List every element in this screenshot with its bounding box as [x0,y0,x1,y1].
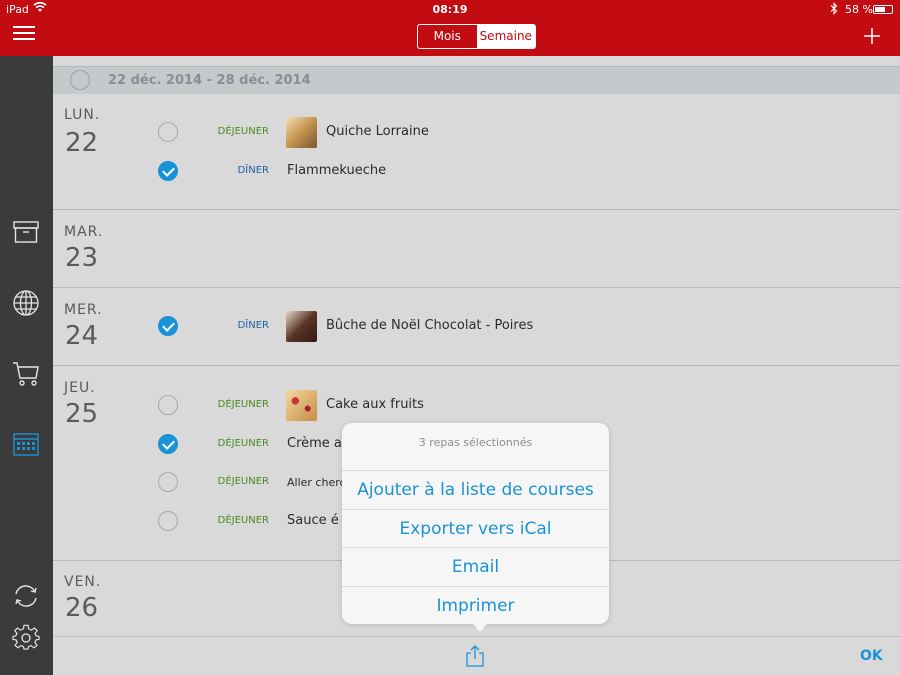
meal-type: DÎNER [237,320,269,331]
day-name: MAR. [64,224,104,240]
tab-week[interactable]: Semaine [476,25,535,48]
battery-icon [873,5,893,14]
email-button[interactable]: Email [342,547,609,586]
meal-row[interactable]: DÎNER Flammekueche [53,156,900,186]
meal-checkbox[interactable] [158,161,178,181]
meal-type: DÉJEUNER [217,438,269,449]
sidebar-item-cart[interactable] [12,359,40,387]
week-range: 22 déc. 2014 - 28 déc. 2014 [108,73,311,88]
meal-row[interactable]: DÉJEUNER Cake aux fruits [53,390,900,421]
add-button[interactable] [863,22,881,50]
globe-icon [13,290,39,316]
meal-type: DÎNER [237,165,269,176]
day-row: MER. 24 DÎNER Bûche de Noël Chocolat - P… [53,288,900,366]
menu-button[interactable] [13,26,35,44]
archive-icon [13,221,39,243]
select-week-checkbox[interactable] [70,70,90,90]
sync-button[interactable] [12,582,40,610]
settings-button[interactable] [12,624,40,652]
recipe-name[interactable]: Bûche de Noël Chocolat - Poires [326,318,533,333]
battery-percent: 58 % [845,3,873,16]
meal-checkbox[interactable] [158,511,178,531]
meal-type: DÉJEUNER [217,476,269,487]
plus-icon [864,28,880,44]
clock: 08:19 [432,3,468,16]
meal-checkbox[interactable] [158,434,178,454]
view-switcher: Mois Semaine [417,24,536,49]
sidebar [0,56,53,675]
recipe-name[interactable]: Flammekueche [287,163,386,178]
sync-icon [15,585,37,607]
cart-icon [13,362,39,386]
popover-title: 3 repas sélectionnés [418,436,533,449]
meal-checkbox[interactable] [158,316,178,336]
recipe-name[interactable]: Crème a [287,436,342,451]
recipe-name[interactable]: Sauce é [287,513,339,528]
meal-checkbox[interactable] [158,122,178,142]
meal-type: DÉJEUNER [217,399,269,410]
week-header: 22 déc. 2014 - 28 déc. 2014 [53,66,900,94]
recipe-name[interactable]: Aller cherc [287,476,346,489]
day-number: 26 [65,593,99,623]
sidebar-item-archive[interactable] [12,218,40,246]
print-button[interactable]: Imprimer [342,586,609,625]
day-row: LUN. 22 DÉJEUNER Quiche Lorraine DÎNER F… [53,94,900,210]
day-number: 23 [65,243,99,273]
tab-month[interactable]: Mois [418,25,477,48]
sidebar-item-globe[interactable] [12,289,40,317]
recipe-thumbnail [286,390,317,421]
recipe-thumbnail [286,117,317,148]
gear-icon [12,624,40,650]
recipe-name[interactable]: Cake aux fruits [326,397,424,412]
status-bar: iPad 08:19 58 % [0,0,900,20]
share-popover: 3 repas sélectionnés Ajouter à la liste … [342,423,609,632]
navigation-bar: iPad 08:19 58 % Mois Semaine [0,0,900,56]
meal-row[interactable]: DÉJEUNER Quiche Lorraine [53,117,900,148]
meal-row[interactable]: DÎNER Bûche de Noël Chocolat - Poires [53,311,900,342]
menu-icon [13,26,35,28]
calendar-icon [13,433,39,456]
recipe-thumbnail [286,311,317,342]
meal-checkbox[interactable] [158,395,178,415]
export-ical-button[interactable]: Exporter vers iCal [342,509,609,548]
share-icon [466,645,484,667]
bottom-toolbar: OK [53,636,900,675]
meal-checkbox[interactable] [158,472,178,492]
ok-button[interactable]: OK [860,648,883,664]
add-to-shopping-list-button[interactable]: Ajouter à la liste de courses [342,470,609,509]
day-row: MAR. 23 [53,210,900,288]
sidebar-item-calendar[interactable] [12,430,40,458]
bluetooth-icon [830,2,838,18]
recipe-name[interactable]: Quiche Lorraine [326,124,429,139]
day-name: VEN. [64,574,102,590]
meal-type: DÉJEUNER [217,126,269,137]
share-button[interactable] [465,645,485,667]
meal-type: DÉJEUNER [217,515,269,526]
